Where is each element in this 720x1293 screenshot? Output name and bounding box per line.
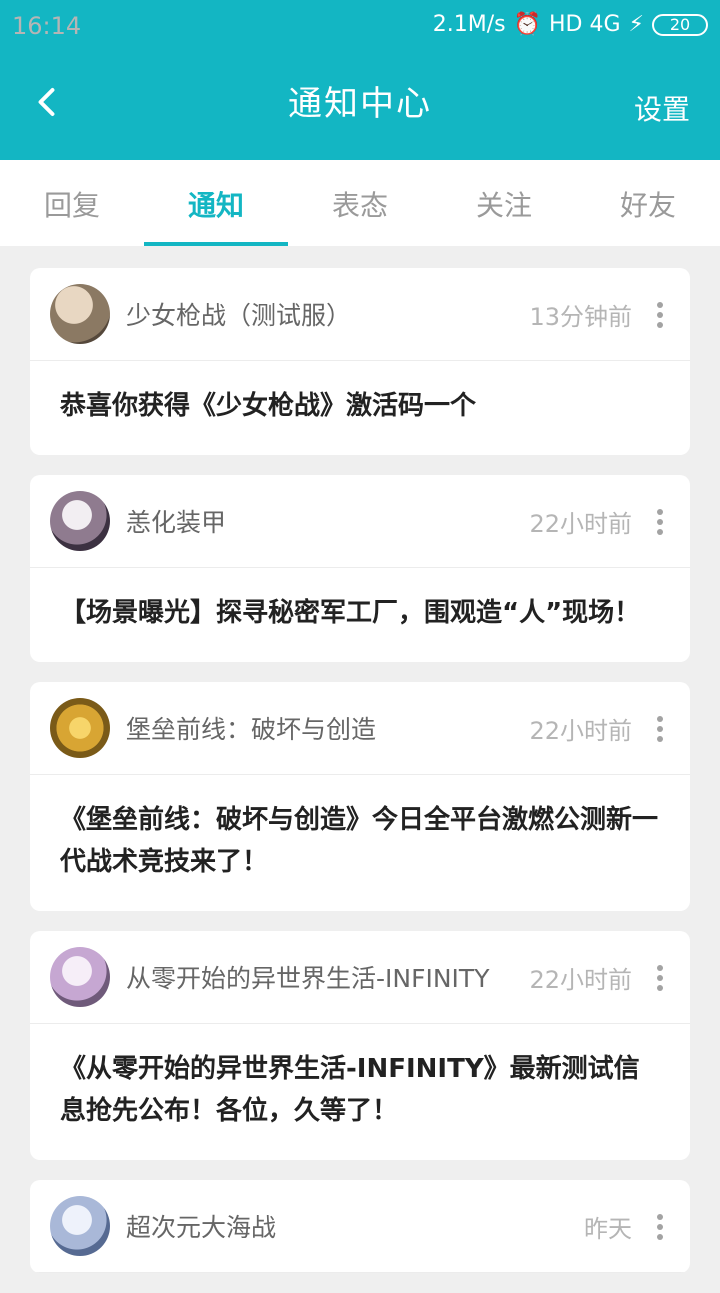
- tab-friends[interactable]: 好友: [576, 160, 720, 246]
- tab-reply[interactable]: 回复: [0, 160, 144, 246]
- alarm-icon: ⏰: [513, 12, 542, 37]
- more-icon[interactable]: [656, 509, 664, 535]
- notification-card[interactable]: 少女枪战（测试服） 13分钟前 恭喜你获得《少女枪战》激活码一个: [30, 268, 690, 455]
- notification-time: 13分钟前: [529, 302, 632, 331]
- notification-card[interactable]: 超次元大海战 昨天: [30, 1180, 690, 1273]
- avatar[interactable]: [50, 491, 110, 551]
- notification-content[interactable]: 《堡垒前线：破坏与创造》今日全平台激燃公测新一代战术竞技来了！: [30, 775, 690, 911]
- notification-content[interactable]: 恭喜你获得《少女枪战》激活码一个: [30, 361, 690, 455]
- more-icon[interactable]: [656, 302, 664, 328]
- notification-list: 少女枪战（测试服） 13分钟前 恭喜你获得《少女枪战》激活码一个 恙化装甲 22…: [30, 268, 690, 1293]
- notification-content[interactable]: 《从零开始的异世界生活-INFINITY》最新测试信息抢先公布！各位，久等了！: [30, 1024, 690, 1160]
- notification-header: 恙化装甲 22小时前: [30, 475, 690, 568]
- charging-icon: ⚡: [628, 12, 644, 37]
- app-bar: 16:14 2.1M/s ⏰ HD 4G ⚡ 20 通知中心 设置: [0, 0, 720, 160]
- network-speed: 2.1M/s: [432, 12, 506, 37]
- source-name[interactable]: 从零开始的异世界生活-INFINITY: [126, 959, 489, 995]
- source-name[interactable]: 超次元大海战: [126, 1208, 276, 1244]
- tab-reaction[interactable]: 表态: [288, 160, 432, 246]
- notification-card[interactable]: 堡垒前线：破坏与创造 22小时前 《堡垒前线：破坏与创造》今日全平台激燃公测新一…: [30, 682, 690, 911]
- notification-header: 堡垒前线：破坏与创造 22小时前: [30, 682, 690, 775]
- source-name[interactable]: 堡垒前线：破坏与创造: [126, 710, 376, 746]
- more-icon[interactable]: [656, 716, 664, 742]
- notification-card[interactable]: 恙化装甲 22小时前 【场景曝光】探寻秘密军工厂，围观造“人”现场！: [30, 475, 690, 662]
- page-title: 通知中心: [288, 84, 432, 124]
- more-icon[interactable]: [656, 965, 664, 991]
- tab-notification[interactable]: 通知: [144, 160, 288, 246]
- battery-icon: 20: [652, 13, 708, 36]
- avatar[interactable]: [50, 1196, 110, 1256]
- notification-time: 昨天: [584, 1214, 632, 1243]
- avatar[interactable]: [50, 698, 110, 758]
- source-name[interactable]: 少女枪战（测试服）: [126, 296, 351, 332]
- notification-time: 22小时前: [529, 716, 632, 745]
- notification-time: 22小时前: [529, 509, 632, 538]
- notification-header: 超次元大海战 昨天: [30, 1180, 690, 1273]
- notification-card[interactable]: 从零开始的异世界生活-INFINITY 22小时前 《从零开始的异世界生活-IN…: [30, 931, 690, 1160]
- more-icon[interactable]: [656, 1214, 664, 1240]
- tab-bar: 回复 通知 表态 关注 好友: [0, 160, 720, 246]
- source-name[interactable]: 恙化装甲: [126, 503, 226, 539]
- status-right: 2.1M/s ⏰ HD 4G ⚡ 20: [433, 12, 708, 37]
- tab-follow[interactable]: 关注: [432, 160, 576, 246]
- notification-header: 少女枪战（测试服） 13分钟前: [30, 268, 690, 361]
- notification-time: 22小时前: [529, 965, 632, 994]
- avatar[interactable]: [50, 947, 110, 1007]
- notification-content[interactable]: 【场景曝光】探寻秘密军工厂，围观造“人”现场！: [30, 568, 690, 662]
- notification-header: 从零开始的异世界生活-INFINITY 22小时前: [30, 931, 690, 1024]
- avatar[interactable]: [50, 284, 110, 344]
- settings-button[interactable]: 设置: [634, 88, 690, 128]
- status-bar: 16:14 2.1M/s ⏰ HD 4G ⚡ 20: [0, 0, 720, 50]
- network-type: HD 4G: [549, 12, 621, 37]
